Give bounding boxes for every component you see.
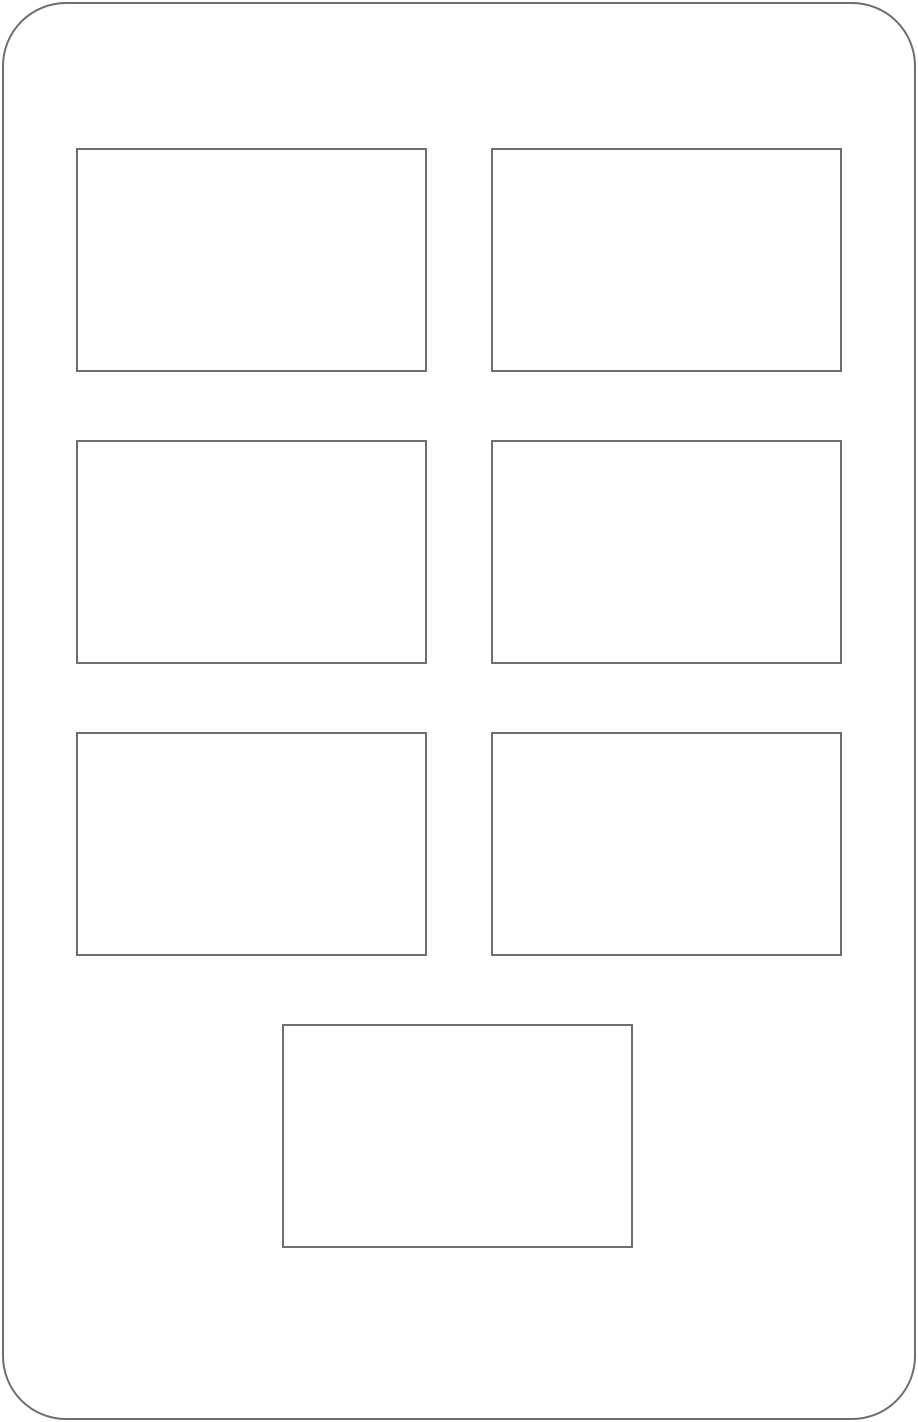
tile-1[interactable] xyxy=(76,148,427,372)
tile-7[interactable] xyxy=(282,1024,633,1248)
tile-3[interactable] xyxy=(76,440,427,664)
tile-6[interactable] xyxy=(491,732,842,956)
page xyxy=(0,0,918,1422)
tile-4[interactable] xyxy=(491,440,842,664)
tile-5[interactable] xyxy=(76,732,427,956)
tile-2[interactable] xyxy=(491,148,842,372)
